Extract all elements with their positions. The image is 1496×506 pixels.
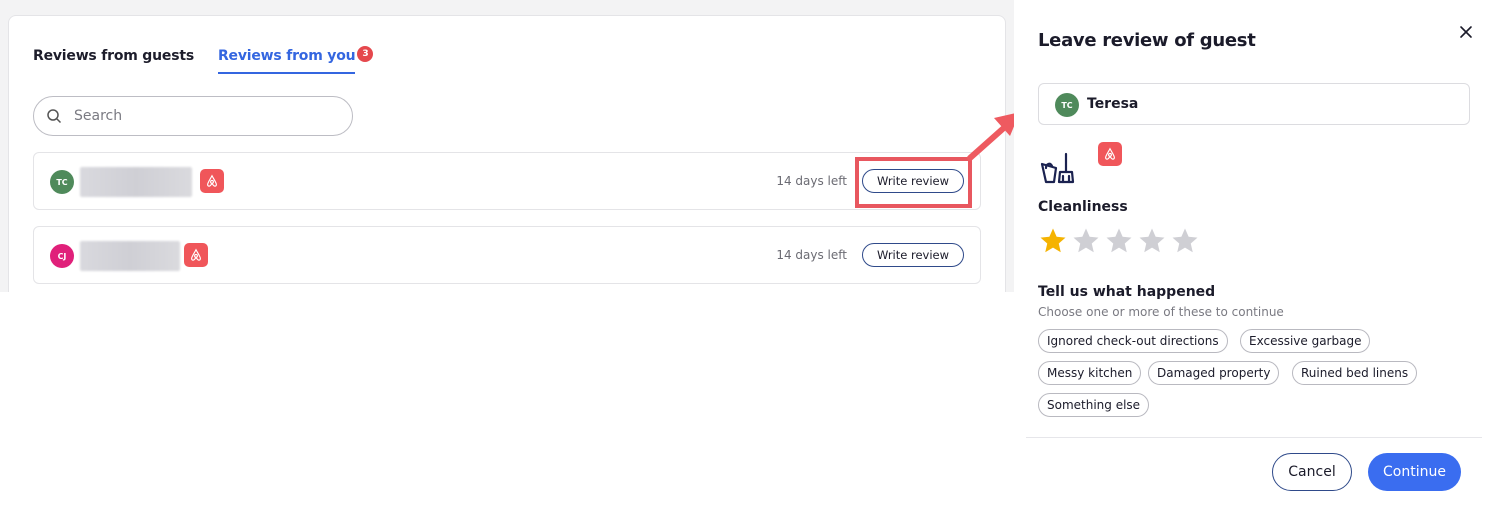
chip-messy-kitchen[interactable]: Messy kitchen (1038, 361, 1142, 385)
guest-name: Teresa (1087, 96, 1139, 112)
chip-damaged-property[interactable]: Damaged property (1148, 361, 1280, 385)
review-panel: Leave review of guest TC Teresa Cleanlin… (1014, 0, 1496, 506)
cleaning-bucket-broom-icon (1040, 152, 1075, 184)
search-icon (47, 109, 62, 124)
airbnb-logo-icon (184, 243, 208, 267)
avatar: TC (1055, 93, 1079, 117)
star-empty-icon[interactable] (1104, 226, 1134, 256)
tab-reviews-from-guests[interactable]: Reviews from guests (33, 48, 194, 74)
chip-something-else[interactable]: Something else (1038, 393, 1150, 417)
continue-button[interactable]: Continue (1368, 453, 1461, 491)
airbnb-logo-icon (1098, 142, 1122, 166)
section-subtitle: Choose one or more of these to continue (1038, 305, 1284, 319)
avatar: CJ (50, 244, 74, 268)
search-bar[interactable] (33, 96, 353, 136)
highlight-annotation (855, 157, 972, 208)
page-lower-area (0, 292, 1020, 506)
avatar: TC (50, 170, 74, 194)
section-title: Tell us what happened (1038, 284, 1216, 300)
star-rating[interactable] (1038, 226, 1200, 256)
list-item: TC 14 days left Write review (33, 152, 981, 210)
close-icon[interactable] (1458, 24, 1474, 40)
days-left-label: 14 days left (776, 174, 847, 188)
star-empty-icon[interactable] (1170, 226, 1200, 256)
star-empty-icon[interactable] (1137, 226, 1167, 256)
review-tabs: Reviews from guests Reviews from you 3 (33, 46, 374, 74)
tab-label: Reviews from you (217, 48, 356, 64)
star-filled-icon[interactable] (1038, 226, 1068, 256)
cancel-button[interactable]: Cancel (1272, 453, 1352, 491)
redacted-guest-name (80, 167, 192, 197)
guest-selector[interactable]: TC Teresa (1038, 83, 1470, 125)
write-review-button[interactable]: Write review (862, 243, 964, 267)
redacted-guest-name (80, 241, 180, 271)
divider (1026, 437, 1482, 438)
tab-reviews-from-you[interactable]: Reviews from you 3 (217, 46, 374, 74)
airbnb-logo-icon (200, 169, 224, 193)
chip-ignored-checkout[interactable]: Ignored check-out directions (1038, 329, 1228, 353)
category-label: Cleanliness (1038, 199, 1128, 215)
chip-excessive-garbage[interactable]: Excessive garbage (1240, 329, 1371, 353)
chip-ruined-bed-linens[interactable]: Ruined bed linens (1292, 361, 1418, 385)
panel-title: Leave review of guest (1038, 30, 1256, 51)
search-input[interactable] (74, 108, 334, 124)
star-empty-icon[interactable] (1071, 226, 1101, 256)
days-left-label: 14 days left (776, 248, 847, 262)
list-item: CJ 14 days left Write review (33, 226, 981, 284)
